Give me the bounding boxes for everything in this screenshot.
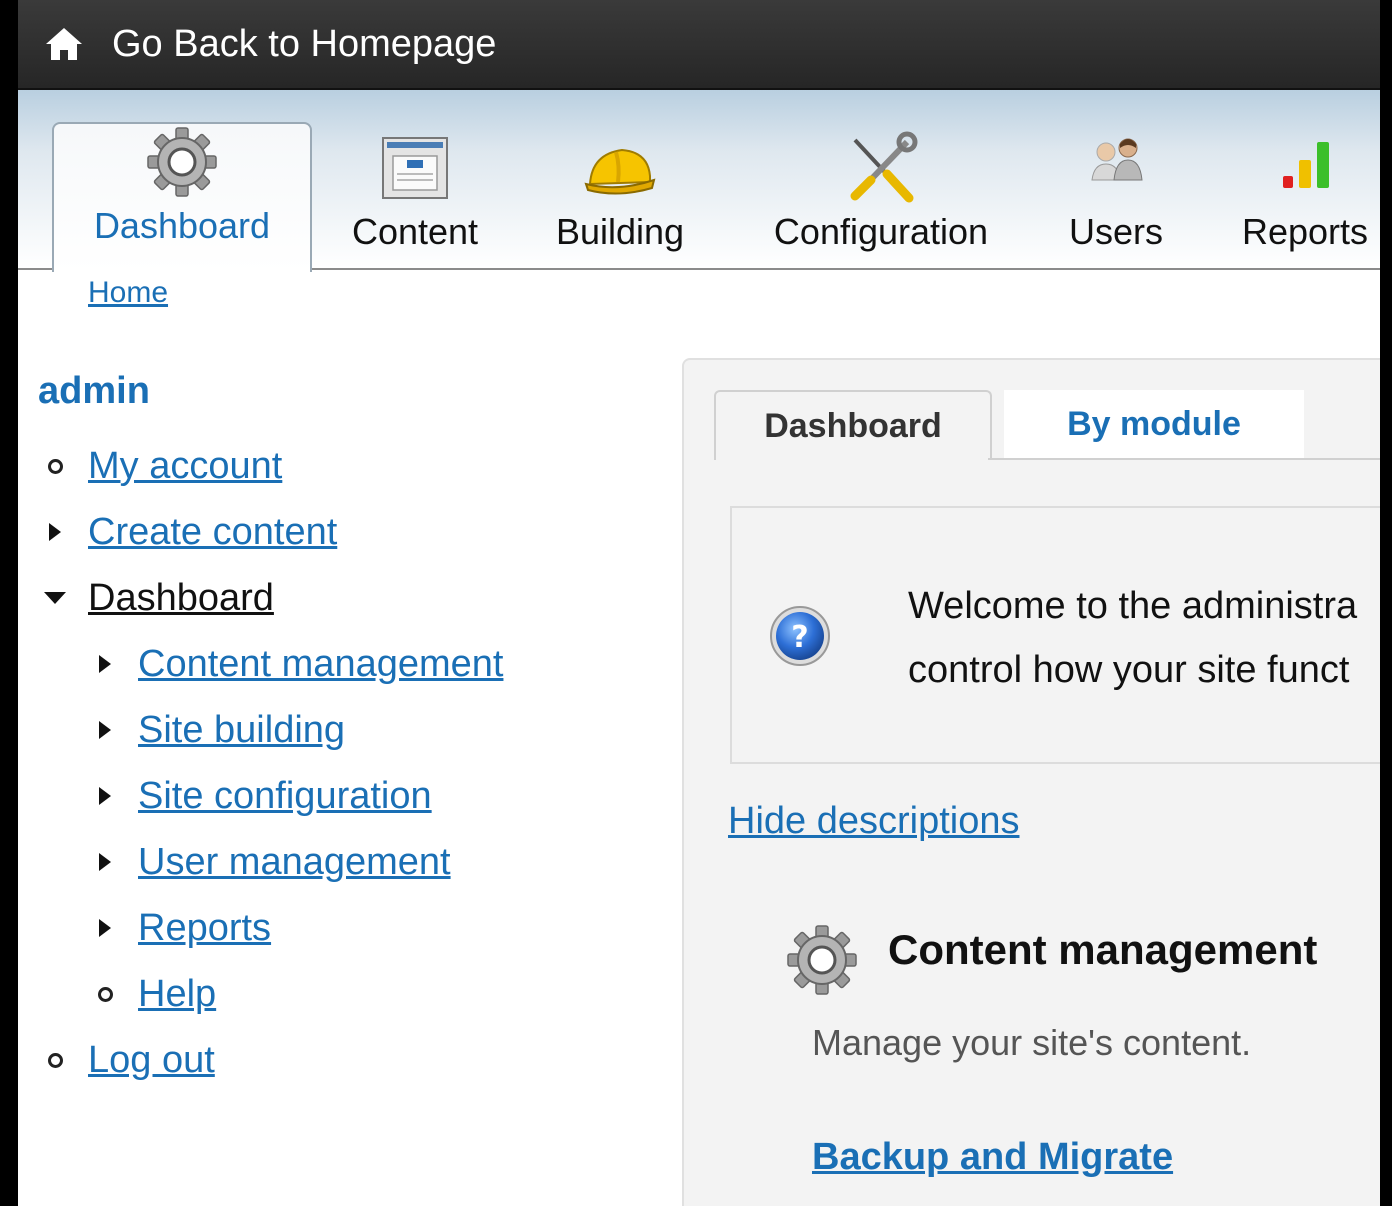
- go-back-homepage-link[interactable]: Go Back to Homepage: [42, 22, 496, 66]
- tab-building[interactable]: Building: [540, 130, 700, 266]
- tab-divider: [988, 458, 1380, 460]
- sidebar-navigation: admin My account Create content Dashboar…: [38, 370, 658, 1093]
- tab-dashboard-label: Dashboard: [93, 205, 271, 246]
- welcome-message-box: ? Welcome to the administra control how …: [730, 506, 1380, 764]
- welcome-line-1: Welcome to the administra: [908, 585, 1358, 627]
- tab-users[interactable]: Users: [1054, 130, 1178, 266]
- tab-reports-label: Reports: [1241, 211, 1369, 252]
- panel-tabs: Dashboard By module: [714, 390, 1380, 460]
- svg-text:?: ?: [791, 620, 808, 655]
- sidebar-item-user-management: User management: [38, 829, 658, 895]
- tab-building-label: Building: [555, 211, 685, 252]
- tools-icon: [850, 131, 918, 203]
- expand-arrow-icon[interactable]: [88, 721, 122, 739]
- panel-tab-by-module[interactable]: By module: [1004, 390, 1304, 458]
- help-icon: ?: [770, 606, 830, 666]
- sidebar-item-site-building: Site building: [38, 697, 658, 763]
- main-toolbar: Dashboard Content Building Configuration…: [18, 90, 1380, 272]
- help-link[interactable]: Help: [138, 973, 216, 1016]
- section-title: Content management: [888, 926, 1318, 973]
- home-icon: [46, 28, 82, 60]
- sidebar-item-site-configuration: Site configuration: [38, 763, 658, 829]
- expand-arrow-icon[interactable]: [88, 919, 122, 937]
- expand-arrow-icon[interactable]: [88, 655, 122, 673]
- sidebar-title: admin: [38, 370, 150, 412]
- tab-content[interactable]: Content: [340, 130, 490, 266]
- content-icon: [382, 137, 448, 199]
- expand-arrow-icon[interactable]: [88, 787, 122, 805]
- hide-descriptions-link[interactable]: Hide descriptions: [728, 800, 1019, 843]
- users-icon: [1091, 138, 1143, 181]
- sidebar-item-my-account: My account: [38, 433, 658, 499]
- create-content-link[interactable]: Create content: [88, 511, 337, 554]
- my-account-link[interactable]: My account: [88, 445, 282, 488]
- reports-link[interactable]: Reports: [138, 907, 271, 950]
- top-bar: Go Back to Homepage: [18, 0, 1380, 90]
- admin-window: Go Back to Homepage Dashboard Content Bu…: [18, 0, 1380, 1206]
- tab-content-label: Content: [351, 211, 479, 252]
- site-building-link[interactable]: Site building: [138, 709, 345, 752]
- expand-arrow-icon[interactable]: [38, 523, 72, 541]
- circle-bullet-icon: [38, 458, 72, 474]
- content-management-link[interactable]: Content management: [138, 643, 503, 686]
- sidebar-item-dashboard: Dashboard: [38, 565, 658, 631]
- sidebar-item-log-out: Log out: [38, 1027, 658, 1093]
- bar-chart-icon: [1283, 142, 1329, 188]
- tab-reports[interactable]: Reports: [1230, 130, 1380, 266]
- sidebar-item-content-management: Content management: [38, 631, 658, 697]
- tab-configuration-label: Configuration: [773, 211, 989, 252]
- section-description: Manage your site's content.: [812, 1022, 1252, 1063]
- dashboard-link[interactable]: Dashboard: [88, 577, 274, 620]
- log-out-link[interactable]: Log out: [88, 1039, 215, 1082]
- expand-arrow-icon[interactable]: [88, 853, 122, 871]
- circle-bullet-icon: [88, 986, 122, 1002]
- user-management-link[interactable]: User management: [138, 841, 451, 884]
- sidebar-item-reports: Reports: [38, 895, 658, 961]
- breadcrumb-home-link[interactable]: Home: [88, 276, 168, 310]
- backup-and-migrate-link[interactable]: Backup and Migrate: [812, 1136, 1173, 1179]
- sidebar-item-create-content: Create content: [38, 499, 658, 565]
- welcome-line-2: control how your site funct: [908, 649, 1350, 691]
- dashboard-panel: Dashboard By module ? Welcome to the adm…: [682, 358, 1380, 1206]
- welcome-text: Welcome to the administra control how yo…: [908, 574, 1357, 702]
- panel-tab-dashboard[interactable]: Dashboard: [714, 390, 992, 460]
- hard-hat-icon: [584, 148, 656, 195]
- collapse-arrow-icon[interactable]: [38, 592, 72, 604]
- tab-configuration[interactable]: Configuration: [756, 130, 1006, 266]
- sidebar-item-help: Help: [38, 961, 658, 1027]
- go-back-homepage-label: Go Back to Homepage: [112, 22, 497, 65]
- site-configuration-link[interactable]: Site configuration: [138, 775, 432, 818]
- gear-icon: [787, 925, 857, 995]
- circle-bullet-icon: [38, 1052, 72, 1068]
- gear-icon: [147, 127, 217, 197]
- tab-dashboard[interactable]: Dashboard: [52, 122, 312, 272]
- tab-users-label: Users: [1068, 211, 1163, 252]
